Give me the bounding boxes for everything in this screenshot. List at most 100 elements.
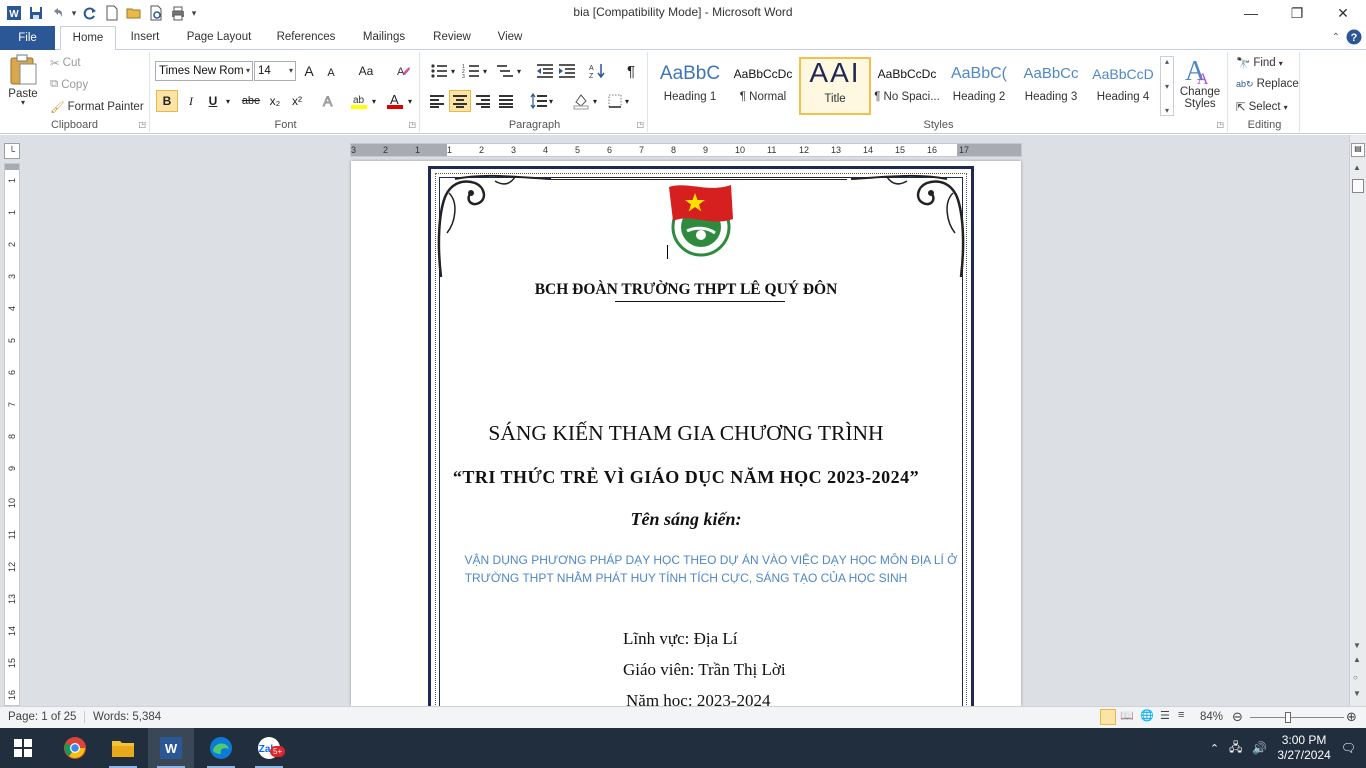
volume-icon[interactable]: 🔊 <box>1252 741 1267 755</box>
vertical-scrollbar[interactable]: ▤ ▲ ▼ ▲ ○ ▼ <box>1349 135 1366 706</box>
zoom-slider-thumb[interactable] <box>1285 712 1291 723</box>
next-page-icon[interactable]: ▼ <box>1353 689 1361 698</box>
multilevel-list-icon[interactable] <box>494 60 516 82</box>
justify-icon[interactable] <box>495 90 517 112</box>
tab-insert[interactable]: Insert <box>120 26 170 50</box>
align-right-icon[interactable] <box>472 90 494 112</box>
underline-dropdown-icon[interactable]: ▾ <box>222 90 234 112</box>
shading-icon[interactable] <box>570 90 592 112</box>
align-left-icon[interactable] <box>426 90 448 112</box>
change-styles-button[interactable]: AA Change Styles <box>1178 54 1222 110</box>
multilevel-dropdown-icon[interactable]: ▾ <box>514 60 524 82</box>
highlight-dropdown-icon[interactable]: ▾ <box>368 90 380 112</box>
restore-button[interactable]: ❐ <box>1274 0 1320 26</box>
show-formatting-marks-icon[interactable]: ¶ <box>620 60 642 82</box>
align-center-icon[interactable] <box>449 90 471 112</box>
draft-icon[interactable]: ≡ <box>1178 709 1184 721</box>
font-size-combo[interactable]: 14 ▾ <box>254 61 296 81</box>
style-heading-2[interactable]: AaBbC( Heading 2 <box>943 57 1015 115</box>
close-button[interactable]: ✕ <box>1320 0 1366 26</box>
zoom-in-icon[interactable]: ⊕ <box>1346 709 1357 725</box>
replace-button[interactable]: ab↻ Replace <box>1236 78 1299 90</box>
horizontal-ruler[interactable]: 3 2 1 1 2 3 4 5 6 7 8 9 10 11 12 13 14 15 16 17 <box>350 143 1022 157</box>
more-styles-icon[interactable]: ▾ <box>1165 106 1169 115</box>
numbering-dropdown-icon[interactable]: ▾ <box>480 60 490 82</box>
bold-button[interactable]: B <box>156 90 178 112</box>
word-count[interactable]: Words: 5,384 <box>84 711 161 723</box>
shrink-font-button[interactable]: A <box>320 62 342 84</box>
cut-button[interactable]: ✂ Cut <box>50 56 81 70</box>
sort-icon[interactable]: AZ <box>586 60 608 82</box>
clipboard-launcher-icon[interactable]: ◳ <box>138 120 146 129</box>
minimize-ribbon-icon[interactable]: ⌃ <box>1332 32 1340 43</box>
select-browse-object-icon[interactable]: ○ <box>1353 673 1358 682</box>
web-layout-icon[interactable]: 🌐 <box>1140 709 1154 722</box>
text-effects-icon[interactable]: A <box>318 90 340 112</box>
scroll-thumb[interactable] <box>1352 179 1364 193</box>
tab-references[interactable]: References <box>270 26 342 50</box>
italic-button[interactable]: I <box>180 90 202 112</box>
chrome-icon[interactable] <box>52 728 98 768</box>
show-hidden-icons-icon[interactable]: ⌃ <box>1210 742 1219 755</box>
scroll-up-icon[interactable]: ▲ <box>1353 163 1361 172</box>
bullets-dropdown-icon[interactable]: ▾ <box>448 60 458 82</box>
clock[interactable]: 3:00 PM 3/27/2024 <box>1277 733 1330 763</box>
tab-view[interactable]: View <box>488 26 532 50</box>
tab-mailings[interactable]: Mailings <box>354 26 414 50</box>
style-heading-3[interactable]: AaBbCc Heading 3 <box>1015 57 1087 115</box>
full-screen-reading-icon[interactable]: 📖 <box>1120 709 1134 722</box>
find-button[interactable]: 🔭 Find ▾ <box>1236 56 1283 70</box>
decrease-indent-icon[interactable] <box>534 60 556 82</box>
subscript-button[interactable]: x₂ <box>264 90 286 112</box>
paste-button[interactable]: Paste ▾ <box>8 54 38 107</box>
style-heading-4[interactable]: AaBbCcD Heading 4 <box>1087 57 1159 115</box>
tab-selector-icon[interactable]: └ <box>4 143 20 159</box>
font-launcher-icon[interactable]: ◳ <box>408 120 416 129</box>
minimize-button[interactable]: — <box>1228 0 1274 26</box>
font-color-icon[interactable]: A <box>384 90 406 112</box>
font-family-combo[interactable]: Times New Rom ▾ <box>155 61 253 81</box>
bullets-icon[interactable] <box>428 60 450 82</box>
tab-home[interactable]: Home <box>60 26 116 51</box>
zoom-slider-track[interactable] <box>1250 717 1344 718</box>
style-title[interactable]: AAI Title <box>799 57 871 115</box>
tab-page-layout[interactable]: Page Layout <box>180 26 258 50</box>
copy-button[interactable]: ⧉ Copy <box>50 78 88 91</box>
paragraph-launcher-icon[interactable]: ◳ <box>636 120 644 129</box>
help-icon[interactable]: ? <box>1346 29 1362 45</box>
outline-icon[interactable]: ☰ <box>1160 709 1170 722</box>
page-count[interactable]: Page: 1 of 25 <box>8 711 76 723</box>
format-painter-button[interactable]: 🖌 Format Painter <box>50 100 144 114</box>
windows-start-icon[interactable] <box>0 728 46 768</box>
tab-file[interactable]: File <box>0 26 55 50</box>
view-ruler-icon[interactable]: ▤ <box>1351 143 1365 157</box>
network-icon[interactable]: 🖧 <box>1229 738 1242 759</box>
clear-formatting-icon[interactable]: A <box>392 60 414 82</box>
scroll-down-icon[interactable]: ▼ <box>1353 641 1361 650</box>
font-color-dropdown-icon[interactable]: ▾ <box>404 90 416 112</box>
highlight-color-icon[interactable]: ab <box>348 90 370 112</box>
print-layout-icon[interactable] <box>1100 709 1116 725</box>
style-normal[interactable]: AaBbCcDc ¶ Normal <box>727 57 799 115</box>
style-heading-1[interactable]: AaBbC Heading 1 <box>654 57 726 115</box>
word-taskbar-icon[interactable]: W <box>148 728 194 768</box>
change-case-button[interactable]: Aa <box>352 60 380 82</box>
underline-button[interactable]: U <box>202 90 224 112</box>
document-page[interactable]: BCH ĐOÀN TRƯỜNG THPT LÊ QUÝ ĐÔN SÁNG KIẾ… <box>351 161 1021 706</box>
select-button[interactable]: ⇱ Select ▾ <box>1236 100 1288 114</box>
increase-indent-icon[interactable] <box>556 60 578 82</box>
borders-dropdown-icon[interactable]: ▾ <box>622 90 632 112</box>
zoom-level[interactable]: 84% <box>1200 711 1223 723</box>
edge-icon[interactable] <box>198 728 244 768</box>
styles-launcher-icon[interactable]: ◳ <box>1216 120 1224 129</box>
line-spacing-dropdown-icon[interactable]: ▾ <box>546 90 556 112</box>
numbering-icon[interactable]: 123 <box>460 60 482 82</box>
zoom-out-icon[interactable]: ⊖ <box>1232 709 1243 725</box>
zalo-icon[interactable]: Zalo 5+ <box>246 728 292 768</box>
previous-page-icon[interactable]: ▲ <box>1353 655 1361 664</box>
tab-review[interactable]: Review <box>424 26 480 50</box>
superscript-button[interactable]: x² <box>286 90 308 112</box>
chevron-up-icon[interactable]: ▴ <box>1165 57 1169 66</box>
strikethrough-button[interactable]: abe <box>238 90 264 112</box>
shading-dropdown-icon[interactable]: ▾ <box>590 90 600 112</box>
